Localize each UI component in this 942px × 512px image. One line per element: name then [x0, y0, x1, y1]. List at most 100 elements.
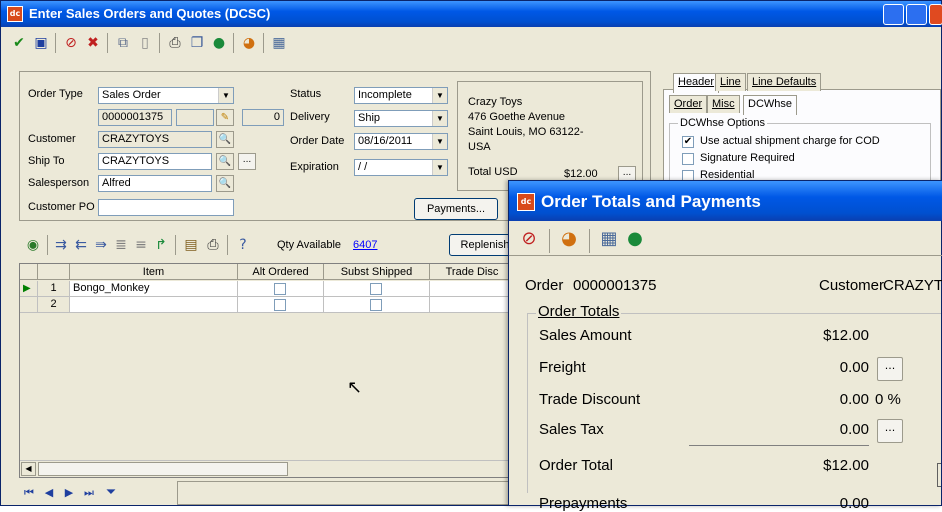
- insert-before-icon[interactable]: ⇇: [71, 235, 91, 255]
- dialog-chart-icon[interactable]: ◕: [559, 229, 579, 249]
- next-record-icon[interactable]: ▶: [59, 483, 79, 503]
- redo-arrow-icon[interactable]: ↱: [151, 235, 171, 255]
- dialog-cancel-icon[interactable]: ⊘: [519, 229, 539, 249]
- salesperson-label: Salesperson: [28, 177, 90, 189]
- trade-disc-cell[interactable]: [430, 297, 515, 313]
- tab-line-defaults[interactable]: Line Defaults: [747, 73, 822, 91]
- total-usd-value: $12.00: [564, 168, 598, 180]
- customer-lookup-icon[interactable]: 🔍: [216, 131, 234, 148]
- app-icon: dc: [7, 6, 23, 22]
- window-title: Enter Sales Orders and Quotes (DCSC): [29, 6, 271, 21]
- sales-tax-value: 0.00: [839, 421, 869, 438]
- cod-checkbox[interactable]: ✔: [682, 136, 694, 148]
- address-line4: USA: [468, 141, 491, 153]
- ship-to-lookup-icon[interactable]: 🔍: [216, 153, 234, 170]
- last-record-icon[interactable]: ⏭: [79, 483, 99, 503]
- delete-icon[interactable]: ✖: [83, 33, 103, 53]
- col-header-subst-shipped[interactable]: Subst Shipped: [324, 264, 430, 280]
- ship-to-field[interactable]: CRAZYTOYS: [98, 153, 212, 170]
- payments-button[interactable]: Payments...: [414, 198, 498, 220]
- item-cell[interactable]: [70, 297, 238, 313]
- dcwhse-options-title: DCWhse Options: [678, 117, 767, 129]
- dialog-order-value: 0000001375: [573, 277, 657, 294]
- sales-tax-more-button[interactable]: ...: [877, 419, 903, 443]
- tab-misc[interactable]: Misc: [707, 95, 740, 113]
- minimize-button[interactable]: [883, 4, 904, 25]
- calculator-icon[interactable]: ▦: [269, 33, 289, 53]
- close-button[interactable]: [929, 4, 942, 25]
- insert-line-icon[interactable]: ⇉: [51, 235, 71, 255]
- scroll-left-icon[interactable]: ◀: [21, 462, 36, 476]
- current-row-indicator: ▶: [20, 281, 38, 297]
- dialog-calculator-icon[interactable]: ▦: [599, 229, 619, 249]
- ship-to-more-button[interactable]: ...: [238, 153, 256, 170]
- print-lines-icon[interactable]: ⎙: [203, 235, 223, 255]
- release-number-field[interactable]: 0: [242, 109, 284, 126]
- delivery-select[interactable]: Ship ▼: [354, 110, 448, 127]
- globe-icon[interactable]: ◉: [23, 235, 43, 255]
- print-icon[interactable]: ⎙: [165, 33, 185, 53]
- cancel-icon[interactable]: ⊘: [61, 33, 81, 53]
- tab-dcwhse[interactable]: DCWhse: [743, 95, 798, 115]
- indent-icon[interactable]: ≣: [111, 235, 131, 255]
- order-number-suffix[interactable]: [176, 109, 214, 126]
- first-record-icon[interactable]: ⏮: [19, 483, 39, 503]
- freight-more-button[interactable]: ...: [877, 357, 903, 381]
- freight-label: Freight: [539, 359, 586, 376]
- order-totals-dialog: dc Order Totals and Payments ⊘ ◕ ▦ ● Ord…: [508, 180, 942, 512]
- navigation-bar: ⏮ ◀ ▶ ⏭ ⏷: [19, 483, 169, 503]
- qty-available-link[interactable]: 6407: [353, 239, 377, 251]
- dialog-title-bar[interactable]: dc Order Totals and Payments: [509, 181, 942, 221]
- help-lines-icon[interactable]: ?: [233, 235, 253, 255]
- order-totals-title: Order Totals: [536, 303, 622, 320]
- scrollbar-thumb[interactable]: [38, 462, 288, 476]
- chart-icon[interactable]: ◕: [239, 33, 259, 53]
- item-cell[interactable]: Bongo_Monkey: [70, 281, 238, 297]
- order-type-select[interactable]: Sales Order ▼: [98, 87, 234, 104]
- dialog-order-label: Order: [525, 277, 564, 294]
- trade-disc-cell[interactable]: [430, 281, 515, 297]
- alt-ordered-checkbox[interactable]: [274, 299, 286, 311]
- filter-icon[interactable]: ⏷: [101, 483, 121, 503]
- horizontal-scrollbar[interactable]: ◀: [20, 460, 513, 477]
- alt-ordered-checkbox[interactable]: [274, 283, 286, 295]
- accept-check-icon[interactable]: ✔: [9, 33, 29, 53]
- salesperson-field[interactable]: Alfred: [98, 175, 212, 192]
- signature-checkbox[interactable]: [682, 153, 694, 165]
- subst-shipped-checkbox[interactable]: [370, 283, 382, 295]
- col-header-item[interactable]: Item: [70, 264, 238, 280]
- copy-icon[interactable]: ⧉: [113, 33, 133, 53]
- title-bar[interactable]: dc Enter Sales Orders and Quotes (DCSC): [1, 1, 942, 27]
- outdent-icon[interactable]: ≡: [131, 235, 151, 255]
- edit-number-icon[interactable]: ✎: [216, 109, 234, 126]
- help-icon[interactable]: ●: [209, 33, 229, 53]
- salesperson-lookup-icon[interactable]: 🔍: [216, 175, 234, 192]
- status-label: Status: [290, 88, 322, 100]
- trade-discount-label: Trade Discount: [539, 391, 641, 408]
- customer-po-field[interactable]: [98, 199, 234, 216]
- order-number-field[interactable]: 0000001375: [98, 109, 172, 126]
- save-icon[interactable]: ▣: [31, 33, 51, 53]
- qty-available-label: Qty Available: [277, 239, 342, 251]
- order-date-field[interactable]: 08/16/2011 ▼: [354, 133, 448, 150]
- status-select[interactable]: Incomplete ▼: [354, 87, 448, 104]
- dialog-help-icon[interactable]: ●: [625, 229, 645, 249]
- customer-field[interactable]: CRAZYTOYS: [98, 131, 212, 148]
- maximize-button[interactable]: [906, 4, 927, 25]
- subst-shipped-checkbox[interactable]: [370, 299, 382, 311]
- previous-record-icon[interactable]: ◀: [39, 483, 59, 503]
- report-icon[interactable]: ▤: [181, 235, 201, 255]
- col-header-trade-disc[interactable]: Trade Disc: [430, 264, 515, 280]
- side-button-edge[interactable]: [937, 463, 941, 487]
- tab-order[interactable]: Order: [669, 95, 708, 113]
- pages-icon[interactable]: ❐: [187, 33, 207, 53]
- tab-line[interactable]: Line: [715, 73, 746, 91]
- tab-header[interactable]: Header: [673, 73, 720, 93]
- delivery-label: Delivery: [290, 111, 330, 123]
- freight-value: 0.00: [839, 359, 869, 376]
- address-line3: Saint Louis, MO 63122-: [468, 126, 584, 138]
- col-header-alt-ordered[interactable]: Alt Ordered: [238, 264, 324, 280]
- move-line-icon[interactable]: ⇛: [91, 235, 111, 255]
- expiration-field[interactable]: / / ▼: [354, 159, 448, 176]
- blank-page-icon[interactable]: ▯: [135, 33, 155, 53]
